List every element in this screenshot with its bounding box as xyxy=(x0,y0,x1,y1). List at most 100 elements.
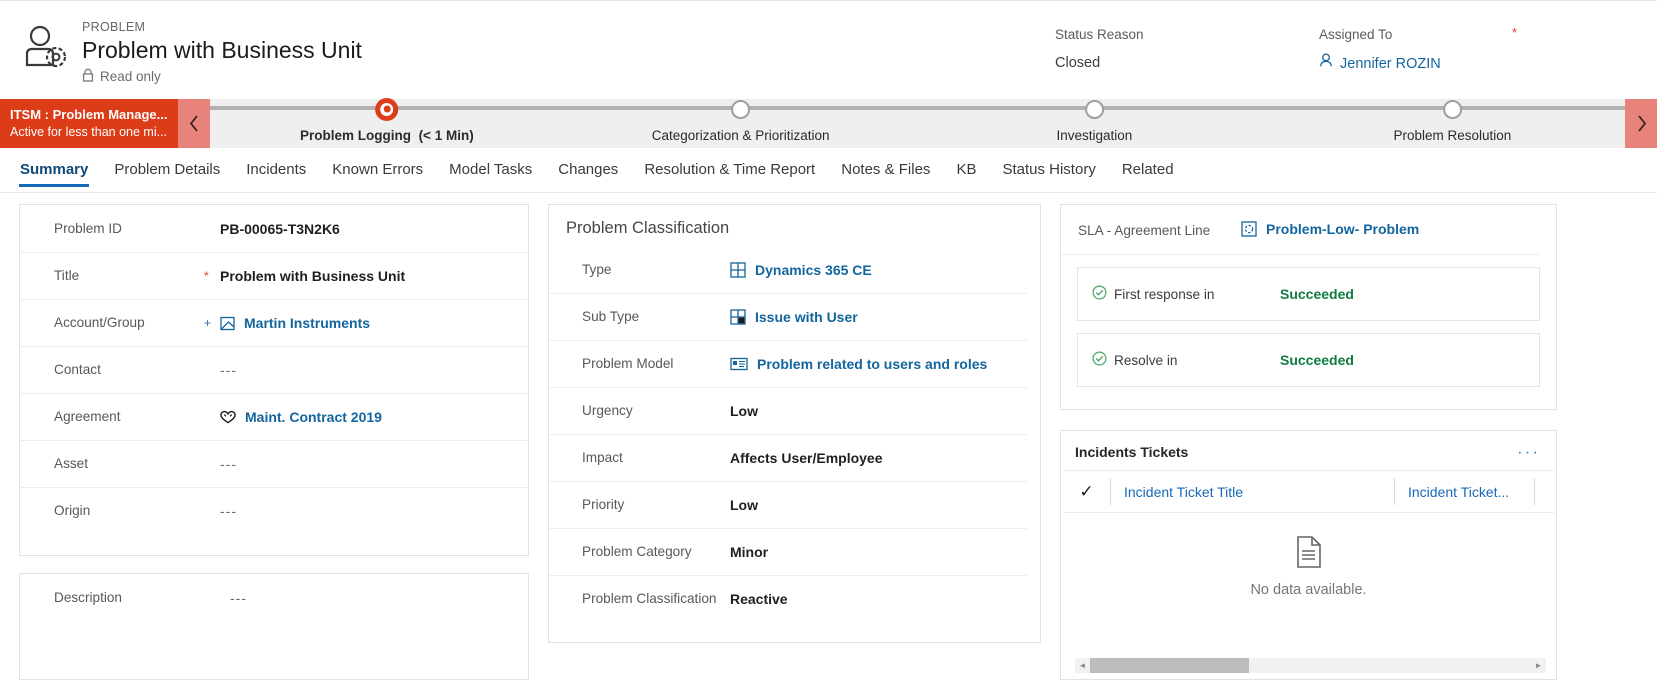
check-circle-icon xyxy=(1092,285,1114,303)
field-value-account-group[interactable]: Martin Instruments xyxy=(220,315,370,331)
scrollbar-track[interactable] xyxy=(1090,658,1531,673)
status-reason-label: Status Reason xyxy=(1055,27,1144,42)
field-value-sub-type[interactable]: Issue with User xyxy=(730,309,858,325)
scroll-right-icon[interactable]: ► xyxy=(1531,658,1546,673)
field-value-problem-id: PB-00065-T3N2K6 xyxy=(220,220,340,237)
tab-incidents[interactable]: Incidents xyxy=(245,154,307,187)
incidents-grid-columns: ✓ Incident Ticket Title Incident Ticket.… xyxy=(1063,470,1554,513)
column-header-incident-ticket-2[interactable]: Incident Ticket... xyxy=(1394,471,1534,512)
bpf-next-button[interactable] xyxy=(1625,99,1657,148)
incidents-horizontal-scrollbar[interactable]: ◄ ► xyxy=(1075,658,1546,673)
bpf-stage-track: Problem Logging (< 1 Min) Categorization… xyxy=(210,97,1625,148)
tab-kb[interactable]: KB xyxy=(955,154,977,187)
scroll-left-icon[interactable]: ◄ xyxy=(1075,658,1090,673)
bpf-stage-marker xyxy=(1442,99,1462,119)
column-header-select-all[interactable]: ✓ xyxy=(1063,471,1110,512)
column-header-incident-ticket-title[interactable]: Incident Ticket Title xyxy=(1110,471,1394,512)
bpf-stage-investigation[interactable]: Investigation xyxy=(1056,99,1132,143)
bpf-stage-label: Categorization & Prioritization xyxy=(651,128,830,143)
field-label: Account/Group xyxy=(54,315,145,330)
scrollbar-thumb[interactable] xyxy=(1090,658,1249,673)
user-icon xyxy=(1319,53,1340,74)
form-header: PROBLEM Problem with Business Unit Read … xyxy=(0,0,1657,96)
bpf-stage-problem-resolution[interactable]: Problem Resolution xyxy=(1393,99,1511,143)
field-recommended-marker: + xyxy=(204,316,212,330)
sla-name: Problem-Low- Problem xyxy=(1266,221,1420,237)
field-label: Description xyxy=(54,589,122,605)
business-process-flow: ITSM : Problem Manage... Active for less… xyxy=(0,97,1657,148)
field-row-problem-id: Problem ID PB-00065-T3N2K6 xyxy=(20,205,528,252)
bpf-active-process[interactable]: ITSM : Problem Manage... Active for less… xyxy=(0,99,178,148)
general-information-panel: Problem ID PB-00065-T3N2K6 Title * Probl… xyxy=(19,204,529,556)
field-row-origin: Origin --- xyxy=(20,487,528,534)
sla-kpi-resolve-in: Resolve in Succeeded xyxy=(1077,333,1540,387)
tab-resolution-time-report[interactable]: Resolution & Time Report xyxy=(643,154,816,187)
status-reason-value: Closed xyxy=(1055,55,1101,71)
tab-status-history[interactable]: Status History xyxy=(1001,154,1096,187)
bpf-stage-marker-active xyxy=(375,97,399,121)
sla-kpi-first-response: First response in Succeeded xyxy=(1077,267,1540,321)
incidents-grid-header: Incidents Tickets ··· xyxy=(1061,431,1556,470)
tab-summary[interactable]: Summary xyxy=(19,154,90,187)
field-value-description: --- xyxy=(230,589,247,606)
field-value-sla-agreement-line[interactable]: Problem-Low- Problem xyxy=(1241,221,1419,237)
field-value-type[interactable]: Dynamics 365 CE xyxy=(730,262,872,278)
field-label: Title xyxy=(54,268,80,283)
field-value-urgency: Low xyxy=(730,403,758,419)
bpf-stage-problem-logging[interactable]: Problem Logging (< 1 Min) xyxy=(300,97,474,143)
classification-field-list: Type Dynamics 365 CE Sub Type Issue with… xyxy=(549,246,1040,622)
empty-state-text: No data available. xyxy=(1250,582,1367,598)
bpf-stage-marker xyxy=(1084,99,1104,119)
field-value-agreement[interactable]: Maint. Contract 2019 xyxy=(220,409,382,425)
field-row-urgency: Urgency Low xyxy=(549,387,1027,434)
field-row-contact: Contact --- xyxy=(20,346,528,393)
field-label: Type xyxy=(582,261,612,277)
bpf-stage-categorization-prioritization[interactable]: Categorization & Prioritization xyxy=(652,99,830,143)
tab-related[interactable]: Related xyxy=(1121,154,1175,187)
field-label: Contact xyxy=(54,362,101,377)
bpf-previous-button[interactable] xyxy=(178,99,210,148)
assigned-to-label: Assigned To xyxy=(1319,27,1393,42)
field-label: Problem ID xyxy=(54,220,122,236)
field-row-asset: Asset --- xyxy=(20,440,528,487)
header-field-status-reason: Status Reason Closed xyxy=(1055,26,1144,73)
field-row-type: Type Dynamics 365 CE xyxy=(549,246,1027,293)
field-value-origin: --- xyxy=(220,503,237,519)
tab-changes[interactable]: Changes xyxy=(557,154,619,187)
field-row-description: Description --- xyxy=(20,574,528,621)
assigned-to-required-star: * xyxy=(1512,25,1518,40)
form-tab-list: Summary Problem Details Incidents Known … xyxy=(0,148,1657,193)
field-row-account-group: Account/Group + Martin Instruments xyxy=(20,299,528,346)
field-required-marker: * xyxy=(204,269,209,283)
assigned-to-name: Jennifer ROZIN xyxy=(1340,55,1441,72)
description-panel: Description --- xyxy=(19,573,529,680)
field-value-asset: --- xyxy=(220,456,237,472)
incidents-tickets-panel: Incidents Tickets ··· ✓ Incident Ticket … xyxy=(1060,430,1557,680)
section-title-problem-classification: Problem Classification xyxy=(566,219,730,237)
field-label: Asset xyxy=(54,456,88,471)
assigned-to-value[interactable]: Jennifer ROZIN xyxy=(1319,53,1441,74)
tab-notes-files[interactable]: Notes & Files xyxy=(840,154,931,187)
field-value-problem-category: Minor xyxy=(730,544,769,560)
problem-classification-panel: Problem Classification Type Dynamics 365… xyxy=(548,204,1041,643)
field-value-contact: --- xyxy=(220,362,237,378)
column-header-spacer xyxy=(1534,471,1548,512)
readonly-indicator: Read only xyxy=(82,68,362,85)
field-value-priority: Low xyxy=(730,497,758,513)
readonly-label: Read only xyxy=(100,69,161,84)
field-label: Agreement xyxy=(54,409,121,424)
more-commands-icon[interactable]: ··· xyxy=(1517,443,1540,460)
tab-model-tasks[interactable]: Model Tasks xyxy=(448,154,533,187)
problem-person-gear-icon xyxy=(18,21,74,77)
tab-known-errors[interactable]: Known Errors xyxy=(331,154,424,187)
field-row-sla-agreement-line: SLA - Agreement Line Problem-Low- Proble… xyxy=(1061,205,1540,255)
bpf-process-name: ITSM : Problem Manage... xyxy=(10,107,168,122)
problem-record-form: PROBLEM Problem with Business Unit Read … xyxy=(0,0,1657,680)
field-value-problem-model[interactable]: Problem related to users and roles xyxy=(730,356,987,372)
field-value-problem-classification: Reactive xyxy=(730,591,788,607)
field-row-agreement: Agreement Maint. Contract 2019 xyxy=(20,393,528,440)
tab-problem-details[interactable]: Problem Details xyxy=(113,154,221,187)
incidents-grid-title: Incidents Tickets xyxy=(1075,444,1189,460)
field-label: Problem Category xyxy=(582,544,692,559)
field-row-problem-category: Problem Category Minor xyxy=(549,528,1027,575)
